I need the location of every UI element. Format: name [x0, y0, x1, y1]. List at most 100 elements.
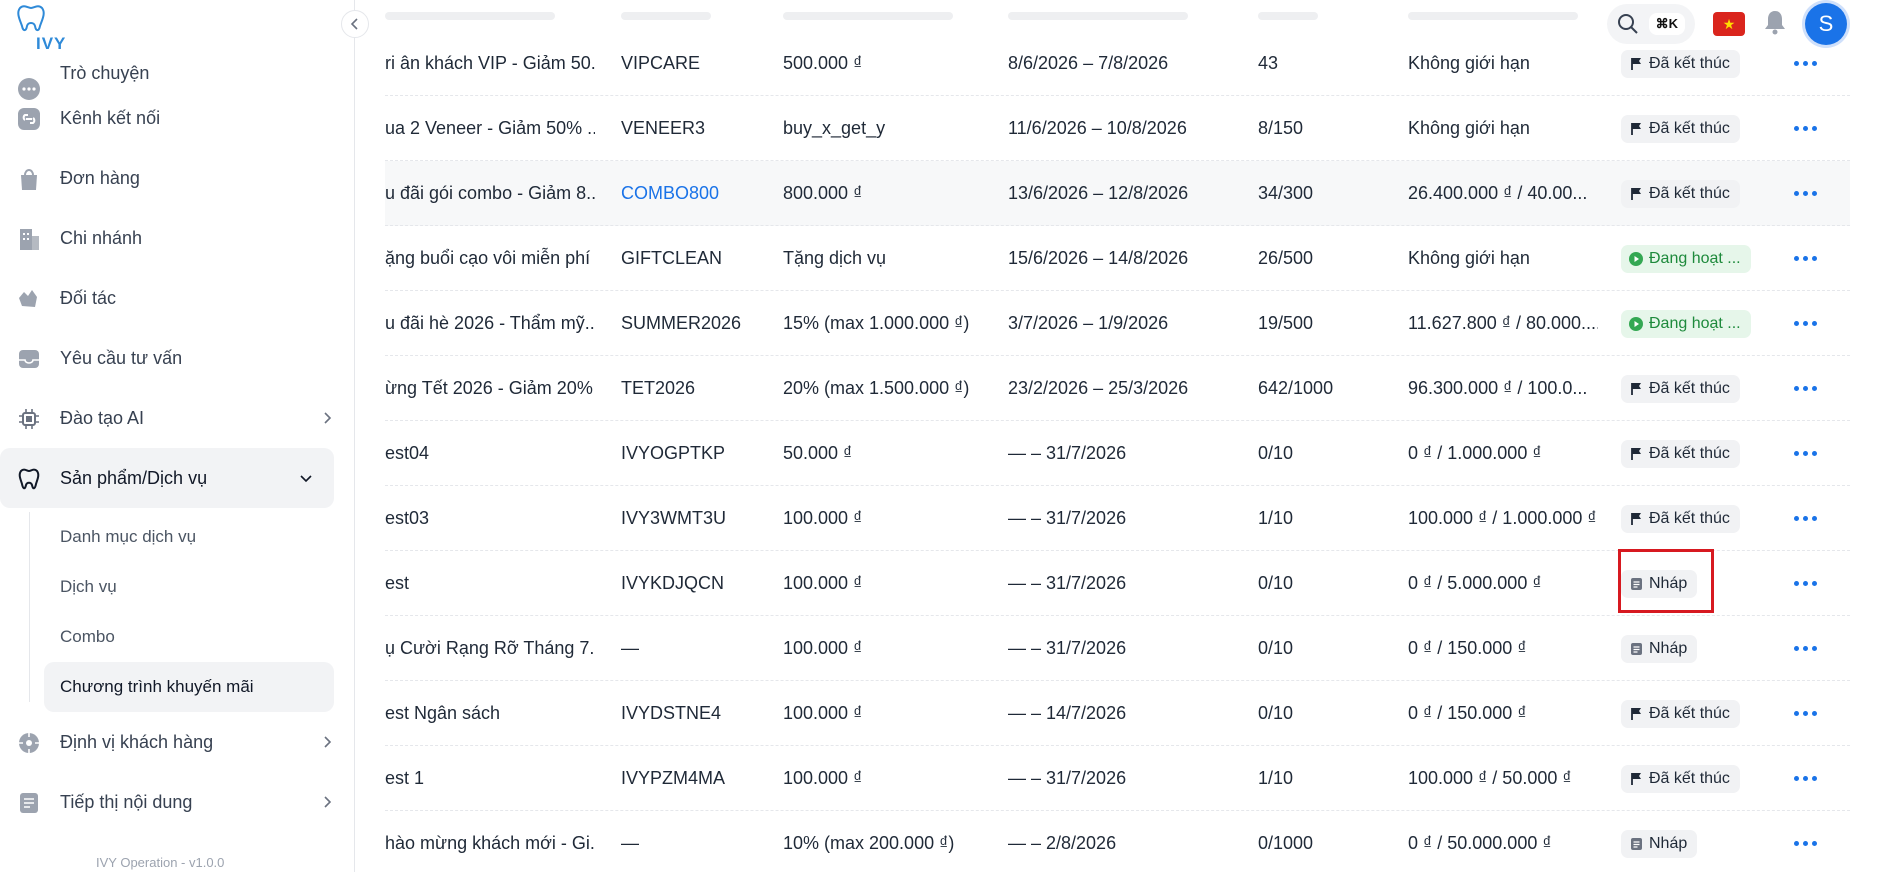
submenu-divider-line	[29, 512, 30, 702]
table-row[interactable]: u đãi gói combo - Giảm 8... COMBO800 800.0…	[385, 161, 1850, 226]
period-cell: — – 31/7/2026	[1008, 768, 1127, 788]
sidebar-item-label: Sản phẩm/Dịch vụ	[60, 467, 208, 488]
promo-code-cell[interactable]: COMBO800	[621, 161, 771, 226]
usage-count-cell: 1/10	[1258, 508, 1294, 528]
table-row[interactable]: est 1 IVYPZM4MA 100.000 ₫ — – 31/7/2026 1/10…	[385, 746, 1850, 811]
table-row[interactable]: est IVYKDJQCN 100.000 ₫ — – 31/7/2026 0/10 0 …	[385, 549, 1850, 616]
row-more-button[interactable]	[1785, 746, 1825, 811]
status-label: Nháp	[1649, 639, 1688, 657]
flag-icon	[1629, 57, 1643, 71]
row-more-button[interactable]	[1785, 811, 1825, 872]
sidebar-item-label: Kênh kết nối	[60, 107, 161, 128]
status-label: Đã kết thúc	[1649, 444, 1730, 462]
sidebar-item-label: Đào tạo AI	[60, 407, 145, 428]
campaign-name-cell: ừng Tết 2026 - Giảm 20%	[385, 378, 593, 398]
usage-count-cell: 8/150	[1258, 118, 1304, 138]
sidebar-item-tooth[interactable]: Sản phẩm/Dịch vụ	[0, 448, 334, 508]
more-horizontal-icon	[1793, 581, 1817, 586]
sidebar-item-building[interactable]: Chi nhánh	[0, 208, 355, 268]
campaign-name-cell: u đãi gói combo - Giảm 8...	[385, 183, 595, 203]
sidebar-item-label: Trò chuyện	[60, 62, 150, 83]
logo[interactable]: IVY	[14, 4, 74, 53]
row-more-button[interactable]	[1785, 356, 1825, 421]
building-icon	[16, 226, 42, 252]
status-badge: Đã kết thúc	[1621, 504, 1740, 533]
row-more-button[interactable]	[1785, 161, 1825, 226]
table-row[interactable]: est Ngân sách IVYDSTNE4 100.000 ₫ — – 14/7/…	[385, 681, 1850, 746]
table-row[interactable]: ua 2 Veneer - Giảm 50% ... VENEER3 buy_x_g…	[385, 96, 1850, 161]
period-cell: — – 31/7/2026	[1008, 508, 1127, 528]
sidebar-item-inbox[interactable]: Yêu cầu tư vấn	[0, 328, 355, 388]
table-row[interactable]: ụ Cười Rạng Rỡ Tháng 7... — 100.000 ₫ — – 3…	[385, 616, 1850, 681]
campaign-name-cell: u đãi hè 2026 - Thẩm mỹ...	[385, 313, 595, 333]
sidebar-item-document[interactable]: Tiếp thị nội dung	[0, 772, 355, 832]
status-label: Đã kết thúc	[1649, 379, 1730, 397]
sidebar-item-link[interactable]: Kênh kết nối	[0, 88, 355, 148]
budget-cell: 26.400.000 ₫ / 40.00...	[1408, 183, 1588, 203]
document-icon	[16, 790, 42, 816]
flag-icon	[1629, 382, 1643, 396]
draft-document-icon	[1629, 642, 1643, 656]
row-more-button[interactable]	[1785, 616, 1825, 681]
more-horizontal-icon	[1793, 841, 1817, 846]
usage-count-cell: 0/10	[1258, 703, 1294, 723]
sidebar-item-label: Đối tác	[60, 287, 117, 308]
submenu-item[interactable]: Chương trình khuyến mãi	[44, 662, 334, 712]
sidebar-item-chat-bubble[interactable]: Trò chuyện	[0, 58, 355, 100]
discount-value-cell: 20% (max 1.500.000 ₫)	[783, 378, 970, 398]
status-badge: Đã kết thúc	[1621, 374, 1740, 403]
promo-code-cell: SUMMER2026	[621, 313, 742, 333]
campaign-name-cell: ua 2 Veneer - Giảm 50% ...	[385, 118, 595, 138]
collapse-sidebar-button[interactable]	[341, 10, 369, 38]
tooth-logo-icon	[17, 5, 45, 32]
row-more-button[interactable]	[1785, 551, 1825, 616]
play-circle-icon	[1629, 251, 1643, 266]
campaign-name-cell: est Ngân sách	[385, 703, 501, 723]
sidebar-item-chip[interactable]: Đào tạo AI	[0, 388, 355, 448]
row-more-button[interactable]	[1785, 486, 1825, 551]
logo-text: IVY	[36, 34, 67, 53]
usage-count-cell: 1/10	[1258, 768, 1294, 788]
discount-value-cell: 100.000 ₫	[783, 703, 863, 723]
period-cell: 8/6/2026 – 7/8/2026	[1008, 53, 1169, 73]
inbox-icon	[16, 346, 42, 372]
usage-count-cell: 642/1000	[1258, 378, 1334, 398]
table-row[interactable]: est03 IVY3WMT3U 100.000 ₫ — – 31/7/2026 1/10…	[385, 486, 1850, 551]
draft-document-icon	[1629, 837, 1643, 851]
discount-value-cell: 50.000 ₫	[783, 443, 853, 463]
budget-cell: Không giới hạn	[1408, 248, 1530, 268]
table-row[interactable]: hào mừng khách mới - Gi... — 10% (max 200.…	[385, 811, 1850, 872]
sidebar-item-target[interactable]: Định vị khách hàng	[0, 712, 355, 772]
promo-code-cell: VIPCARE	[621, 53, 701, 73]
submenu-item[interactable]: Combo	[44, 612, 355, 662]
sidebar-item-label: Chi nhánh	[60, 227, 143, 248]
table-row[interactable]: ri ân khách VIP - Giảm 50... VIPCARE 500.0…	[385, 31, 1850, 96]
chevron-left-icon	[350, 18, 358, 30]
row-more-button[interactable]	[1785, 31, 1825, 96]
row-more-button[interactable]	[1785, 226, 1825, 291]
row-more-button[interactable]	[1785, 681, 1825, 746]
budget-cell: 0 ₫ / 1.000.000 ₫	[1408, 443, 1542, 463]
period-cell: — – 2/8/2026	[1008, 833, 1117, 853]
discount-value-cell: Tặng dịch vụ	[783, 248, 887, 268]
table-row[interactable]: ặng buổi cạo vôi miễn phí GIFTCLEAN Tặng d…	[385, 226, 1850, 291]
row-more-button[interactable]	[1785, 421, 1825, 486]
period-cell: 15/6/2026 – 14/8/2026	[1008, 248, 1189, 268]
submenu-item[interactable]: Dịch vụ	[44, 562, 355, 612]
usage-count-cell: 0/10	[1258, 443, 1294, 463]
flag-icon	[1629, 772, 1643, 786]
usage-count-cell: 43	[1258, 53, 1279, 73]
table-row[interactable]: u đãi hè 2026 - Thẩm mỹ... SUMMER2026 15% …	[385, 291, 1850, 356]
status-cell: Nháp	[1621, 616, 1771, 681]
table-header-row	[385, 0, 1850, 31]
budget-cell: 0 ₫ / 50.000.000 ₫	[1408, 833, 1552, 853]
campaign-name-cell: est 1	[385, 768, 425, 788]
submenu-item[interactable]: Danh mục dịch vụ	[44, 512, 355, 562]
sidebar-item-shopping-bag[interactable]: Đơn hàng	[0, 148, 355, 208]
table-row[interactable]: est04 IVYOGPTKP 50.000 ₫ — – 31/7/2026 0/10 0…	[385, 421, 1850, 486]
budget-cell: 96.300.000 ₫ / 100.0...	[1408, 378, 1588, 398]
sidebar-item-handshake[interactable]: Đối tác	[0, 268, 355, 328]
row-more-button[interactable]	[1785, 96, 1825, 161]
table-row[interactable]: ừng Tết 2026 - Giảm 20% TET2026 20% (max 1…	[385, 356, 1850, 421]
row-more-button[interactable]	[1785, 291, 1825, 356]
